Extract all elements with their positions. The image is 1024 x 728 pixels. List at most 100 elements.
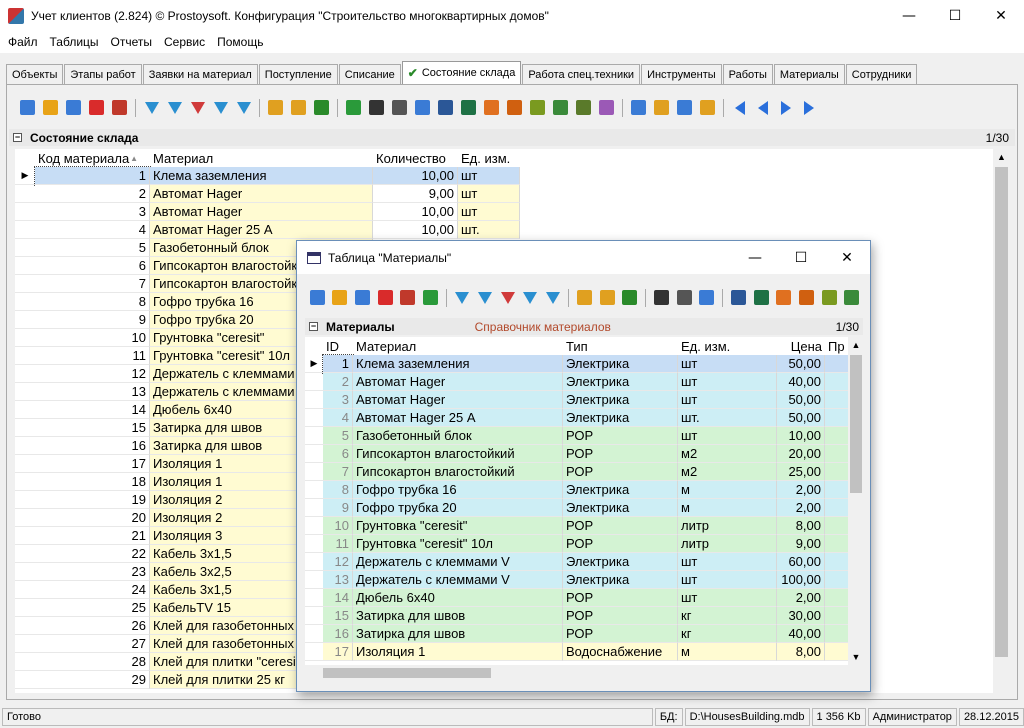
header-extra[interactable]: Пр [825,337,848,355]
find-filter-button[interactable] [574,287,595,308]
edit-button[interactable] [330,287,351,308]
vertical-scrollbar[interactable]: ▲ [993,149,1010,693]
refresh-button[interactable] [420,287,441,308]
find-button[interactable] [366,97,387,118]
maximize-button[interactable]: ☐ [932,0,978,31]
dialog-scroll-down-icon[interactable]: ▼ [848,649,864,665]
delete-all-button[interactable] [398,287,419,308]
table-row[interactable]: 16 Затирка для швов РОР кг 40,00 [305,625,848,643]
header-id[interactable]: ID [323,337,353,355]
export-csv-button[interactable] [550,97,571,118]
refresh-button[interactable] [343,97,364,118]
filter-remove-button[interactable] [497,287,518,308]
menu-reports[interactable]: Отчеты [107,35,156,49]
tab-7[interactable]: Инструменты [641,64,722,84]
next-button[interactable] [775,97,796,118]
filter-advanced-button[interactable] [543,287,564,308]
sql-button[interactable] [620,287,641,308]
table-row[interactable]: 9 Гофро трубка 20 Электрика м 2,00 [305,499,848,517]
dialog-scroll-up-icon[interactable]: ▲ [848,337,864,353]
table-row[interactable]: 4 Автомат Hager 25 А Электрика шт. 50,00 [305,409,848,427]
export-word-button[interactable] [728,287,749,308]
filter-edit-button[interactable] [520,287,541,308]
menu-tables[interactable]: Таблицы [46,35,103,49]
header-material[interactable]: Материал [150,149,373,167]
table-row[interactable]: 14 Дюбель 6х40 РОР шт 2,00 [305,589,848,607]
preview-button[interactable] [696,287,717,308]
dialog-close-button[interactable]: ✕ [824,241,870,274]
filter-clear-button[interactable] [475,287,496,308]
dialog-maximize-button[interactable]: ☐ [778,241,824,274]
group-button[interactable] [597,287,618,308]
copy-button[interactable] [352,287,373,308]
table-row[interactable]: 15 Затирка для швов РОР кг 30,00 [305,607,848,625]
export-dbf-button[interactable] [527,97,548,118]
table-row[interactable]: 6 Гипсокартон влагостойкий РОР м2 20,00 [305,445,848,463]
add-button[interactable] [17,97,38,118]
filter-edit-button[interactable] [210,97,231,118]
menu-help[interactable]: Помощь [213,35,267,49]
table-row[interactable]: 7 Гипсокартон влагостойкий РОР м2 25,00 [305,463,848,481]
tab-2[interactable]: Заявки на материал [142,64,258,84]
filter-clear-button[interactable] [164,97,185,118]
table-row[interactable]: 8 Гофро трубка 16 Электрика м 2,00 [305,481,848,499]
print-button[interactable] [674,287,695,308]
export-xml-button[interactable] [773,287,794,308]
materials-grid[interactable]: ID Материал Тип Ед. изм. Цена Пр ▶ 1 Клема зазем… [305,337,848,665]
export-excel-button[interactable] [751,287,772,308]
tab-5[interactable]: ✔ Состояние склада [401,61,522,84]
tab-4[interactable]: Списание [338,64,401,84]
first-button[interactable] [729,97,750,118]
table-row[interactable]: 13 Держатель с клеммами V Электрика шт 100,0… [305,571,848,589]
delete-button[interactable] [86,97,107,118]
columns-button[interactable] [697,97,718,118]
delete-button[interactable] [375,287,396,308]
delete-all-button[interactable] [109,97,130,118]
table-row[interactable]: 2 Автомат Hager 9,00 шт [15,185,520,203]
dialog-vertical-scrollbar[interactable]: ▲ ▼ [848,337,864,665]
tab-8[interactable]: Работы [722,64,773,84]
find-filter-button[interactable] [265,97,286,118]
table-row[interactable]: 10 Грунтовка "ceresit" РОР литр 8,00 [305,517,848,535]
export-word-button[interactable] [435,97,456,118]
table-row[interactable]: 17 Изоляция 1 Водоснабжение м 8,00 [305,643,848,661]
export-html-button[interactable] [796,287,817,308]
export-xml-button[interactable] [481,97,502,118]
preview-button[interactable] [412,97,433,118]
import-button[interactable] [651,97,672,118]
export-excel-button[interactable] [458,97,479,118]
header-code[interactable]: Код материала ▲ [35,149,150,167]
table-row[interactable]: ▶ 1 Клема заземления Электрика шт 50,00 [305,354,848,374]
tab-1[interactable]: Этапы работ [64,64,142,84]
find-button[interactable] [651,287,672,308]
table-row[interactable]: ▶ 1 Клема заземления 10,00 шт [15,166,520,186]
table-row[interactable]: 12 Держатель с клеммами V Электрика шт 60,00 [305,553,848,571]
header-unit[interactable]: Ед. изм. [458,149,520,167]
close-button[interactable]: ✕ [978,0,1024,31]
collapse-icon[interactable]: − [13,133,22,142]
edit-button[interactable] [40,97,61,118]
table-row[interactable]: 3 Автомат Hager Электрика шт 50,00 [305,391,848,409]
tab-6[interactable]: Работа спец.техники [522,64,641,84]
header-material[interactable]: Материал [353,337,563,355]
dialog-hscroll-thumb[interactable] [323,668,491,678]
minimize-button[interactable]: — [886,0,932,31]
table-row[interactable]: 4 Автомат Hager 25 А 10,00 шт. [15,221,520,239]
menu-service[interactable]: Сервис [160,35,209,49]
tab-10[interactable]: Сотрудники [845,64,918,84]
menu-file[interactable]: Файл [4,35,42,49]
header-price[interactable]: Цена [777,337,825,355]
header-type[interactable]: Тип [563,337,678,355]
export-html-button[interactable] [504,97,525,118]
table-row[interactable]: 3 Автомат Hager 10,00 шт [15,203,520,221]
tab-0[interactable]: Объекты [6,64,64,84]
scroll-thumb[interactable] [995,167,1008,657]
last-button[interactable] [798,97,819,118]
dialog-minimize-button[interactable]: — [732,241,778,274]
chart-button[interactable] [596,97,617,118]
group-button[interactable] [288,97,309,118]
add-button[interactable] [307,287,328,308]
tab-9[interactable]: Материалы [773,64,845,84]
print-button[interactable] [389,97,410,118]
filter-remove-button[interactable] [187,97,208,118]
